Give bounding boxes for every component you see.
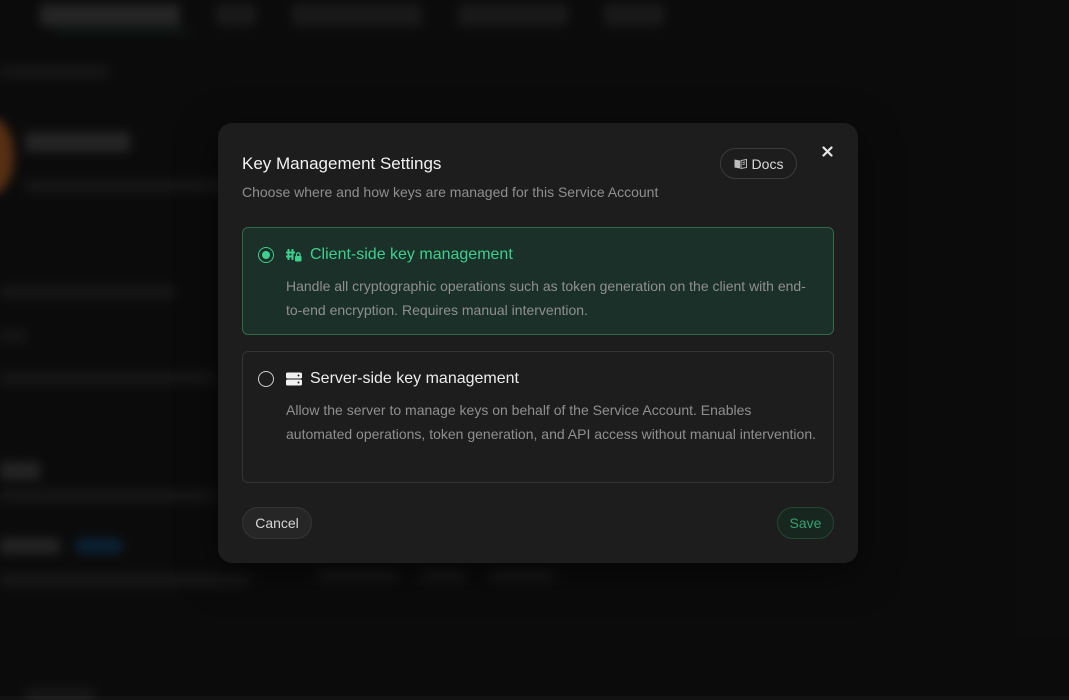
book-icon [734, 156, 747, 172]
server-side-option[interactable]: Server-side key management Allow the ser… [242, 351, 834, 483]
client-side-title: Client-side key management [310, 246, 513, 264]
server-side-description: Allow the server to manage keys on behal… [286, 398, 821, 446]
docs-button-label: Docs [752, 156, 784, 172]
save-button[interactable]: Save [777, 507, 834, 539]
client-key-icon [286, 247, 302, 263]
docs-button[interactable]: Docs [720, 148, 797, 179]
key-management-dialog: Key Management Settings Choose where and… [218, 123, 858, 563]
close-icon [822, 144, 833, 162]
dialog-title: Key Management Settings [242, 154, 441, 174]
close-button[interactable] [819, 145, 835, 161]
server-side-radio[interactable] [258, 371, 274, 387]
server-side-title: Server-side key management [310, 370, 519, 388]
client-side-description: Handle all cryptographic operations such… [286, 274, 821, 322]
client-side-radio[interactable] [258, 247, 274, 263]
client-side-option[interactable]: Client-side key management Handle all cr… [242, 227, 834, 335]
cancel-button[interactable]: Cancel [242, 507, 312, 539]
dialog-subtitle: Choose where and how keys are managed fo… [242, 184, 658, 200]
server-icon [286, 371, 302, 387]
